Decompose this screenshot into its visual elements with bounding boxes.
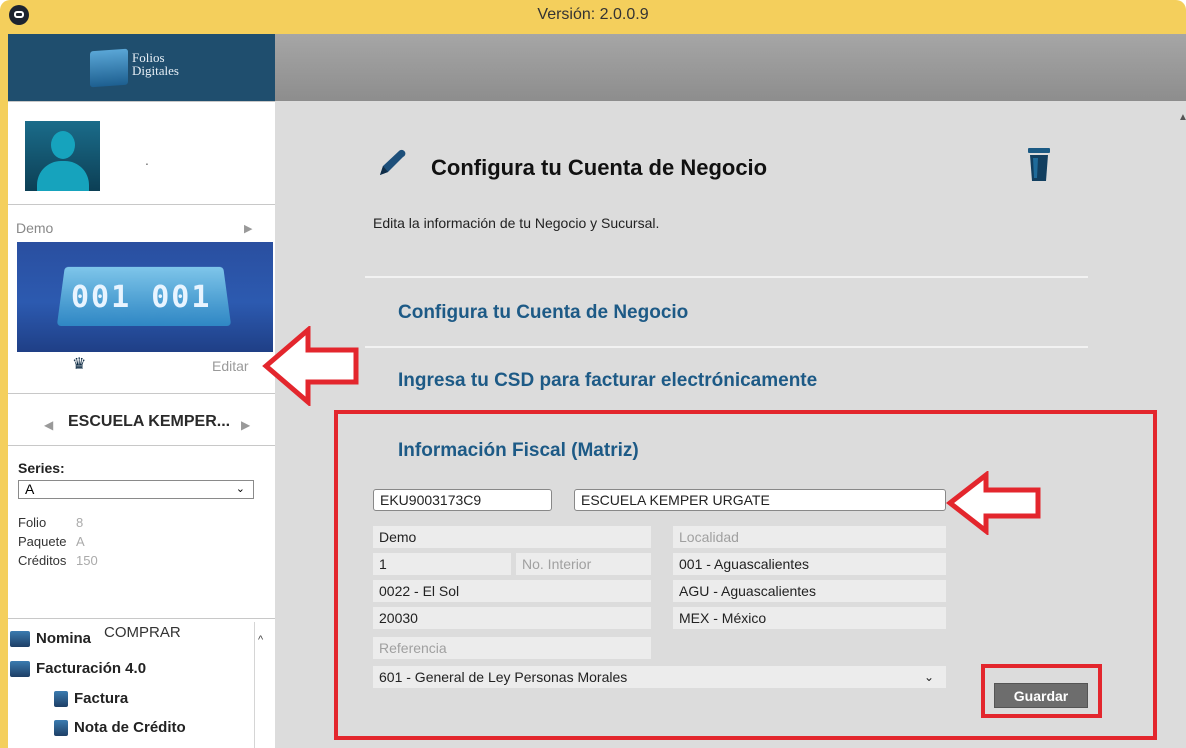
paquete-value: A xyxy=(76,534,85,549)
logo-bar: Folios Digitales xyxy=(8,34,275,101)
no-exterior-field[interactable]: 1 xyxy=(373,553,511,575)
main-scroll-up-icon[interactable]: ▲ xyxy=(1178,112,1186,123)
divider xyxy=(8,618,275,619)
razon-social-field[interactable]: ESCUELA KEMPER URGATE xyxy=(574,489,946,511)
municipio-field[interactable]: 001 - Aguascalientes xyxy=(673,553,946,575)
pencil-icon xyxy=(380,149,406,175)
section-divider xyxy=(365,276,1088,278)
section-business-account[interactable]: Configura tu Cuenta de Negocio xyxy=(398,302,688,324)
nomina-icon xyxy=(10,631,30,647)
company-next-icon[interactable]: ▶ xyxy=(241,418,250,432)
account-image: 001 001 xyxy=(17,242,273,352)
facturacion-icon xyxy=(10,661,30,677)
menu-item-nomina[interactable]: Nomina xyxy=(36,630,91,647)
annotation-arrow-name xyxy=(946,471,1041,535)
nav-menu: Nomina Facturación 4.0 Factura Nota de C… xyxy=(8,622,252,748)
series-select[interactable]: A ⌄ xyxy=(18,480,254,499)
divider xyxy=(8,393,275,394)
avatar-head xyxy=(51,131,75,159)
edit-link[interactable]: Editar xyxy=(212,358,249,374)
avatar-body xyxy=(37,161,89,191)
page-title: Configura tu Cuenta de Negocio xyxy=(431,155,768,180)
folio-label: Folio xyxy=(18,515,47,530)
calle-field[interactable]: Demo xyxy=(373,526,651,548)
page-subtitle: Edita la información de tu Negocio y Suc… xyxy=(373,215,660,231)
logo-text: Folios Digitales xyxy=(132,51,179,77)
annotation-arrow-edit xyxy=(262,326,359,406)
account-next-icon[interactable]: ▶ xyxy=(244,222,252,235)
divider xyxy=(8,101,275,102)
app-icon[interactable] xyxy=(9,5,29,25)
section-fiscal-info[interactable]: Información Fiscal (Matriz) xyxy=(398,440,639,462)
nota-credito-icon xyxy=(54,720,68,736)
estado-field[interactable]: AGU - Aguascalientes xyxy=(673,580,946,602)
avatar[interactable] xyxy=(25,121,100,191)
scroll-up-icon[interactable]: ^ xyxy=(258,634,263,646)
no-interior-field[interactable]: No. Interior xyxy=(516,553,651,575)
chevron-down-icon: ⌄ xyxy=(923,670,934,684)
title-bar: Versión: 2.0.0.9 xyxy=(0,0,1186,34)
codigo-postal-field[interactable]: 20030 xyxy=(373,607,651,629)
menu-item-factura[interactable]: Factura xyxy=(74,690,128,707)
rfc-field[interactable]: EKU9003173C9 xyxy=(373,489,552,511)
pais-field[interactable]: MEX - México xyxy=(673,607,946,629)
menu-item-nota-credito[interactable]: Nota de Crédito xyxy=(74,719,186,736)
header-band xyxy=(275,34,1186,101)
regimen-fiscal-select[interactable]: 601 - General de Ley Personas Morales ⌄ xyxy=(373,666,946,688)
crown-icon: ♛ xyxy=(72,356,87,373)
creditos-label: Créditos xyxy=(18,553,67,568)
regimen-selected-value: 601 - General de Ley Personas Morales xyxy=(379,669,628,685)
menu-item-facturacion[interactable]: Facturación 4.0 xyxy=(36,660,146,677)
company-prev-icon[interactable]: ◀ xyxy=(44,418,53,432)
divider xyxy=(8,445,275,446)
user-name: . xyxy=(145,152,149,168)
factura-icon xyxy=(54,691,68,707)
logo-line-2: Digitales xyxy=(132,63,179,78)
creditos-value: 150 xyxy=(76,553,98,568)
account-image-text: 001 001 xyxy=(71,280,212,315)
colonia-field[interactable]: 0022 - El Sol xyxy=(373,580,651,602)
company-name: ESCUELA KEMPER... xyxy=(68,413,231,430)
chevron-down-icon: ⌄ xyxy=(235,483,245,495)
save-button[interactable]: Guardar xyxy=(994,683,1088,708)
series-label: Series: xyxy=(18,460,65,476)
paquete-label: Paquete xyxy=(18,534,67,549)
version-label: Versión: 2.0.0.9 xyxy=(537,6,649,23)
logo-icon xyxy=(90,48,128,88)
folio-value: 8 xyxy=(76,515,84,530)
trash-icon[interactable] xyxy=(1028,146,1050,182)
series-selected-value: A xyxy=(25,481,35,497)
section-divider xyxy=(365,346,1088,348)
section-csd[interactable]: Ingresa tu CSD para facturar electrónica… xyxy=(398,370,817,392)
referencia-field[interactable]: Referencia xyxy=(373,637,651,659)
menu-scrollbar[interactable]: ^ xyxy=(254,622,269,748)
divider xyxy=(8,204,275,205)
account-label: Demo xyxy=(16,220,54,236)
localidad-field[interactable]: Localidad xyxy=(673,526,946,548)
